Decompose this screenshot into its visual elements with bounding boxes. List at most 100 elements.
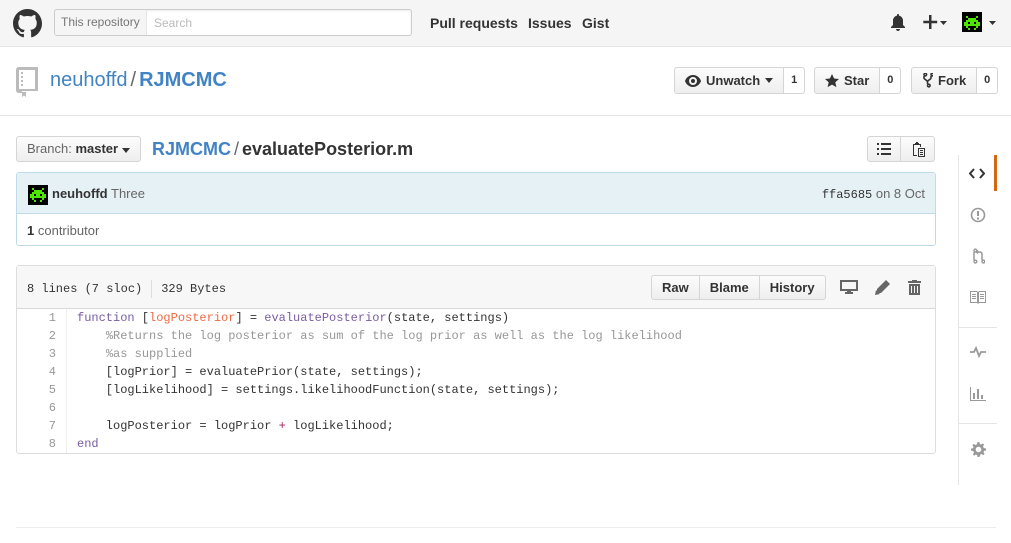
fork-button[interactable]: Fork: [911, 67, 978, 94]
sidebar-item-code[interactable]: [959, 155, 997, 191]
copy-path-button[interactable]: [901, 136, 935, 162]
line-number[interactable]: 3: [17, 345, 67, 363]
line-number[interactable]: 6: [17, 399, 67, 417]
repo-title-separator: /: [130, 69, 137, 91]
sidebar-item-graphs[interactable]: [959, 376, 997, 412]
graph-icon: [970, 387, 986, 401]
raw-button[interactable]: Raw: [651, 275, 700, 300]
commit-tease-header: neuhoffd Three ffa5685 on 8 Oct: [17, 173, 935, 214]
commit-meta: ffa5685 on 8 Oct: [822, 186, 925, 202]
file-header: 8 lines (7 sloc) 329 Bytes Raw Blame Hist…: [17, 266, 935, 309]
file-info: 8 lines (7 sloc) 329 Bytes: [27, 280, 226, 298]
stars-count[interactable]: 0: [880, 67, 902, 94]
code-line: 3 %as supplied: [17, 345, 935, 363]
repo-header: neuhoffd / RJMCMC Unwatch 1 Star 0 Fork 0: [0, 47, 1011, 116]
commit-date: on 8 Oct: [875, 186, 925, 201]
nav-issues[interactable]: Issues: [528, 15, 572, 31]
github-logo-icon[interactable]: [13, 9, 42, 38]
sidebar-divider: [959, 327, 997, 328]
line-content: end: [77, 437, 99, 451]
plus-dropdown-icon[interactable]: [923, 15, 947, 29]
clippy-icon: [912, 141, 925, 157]
issue-opened-icon: [970, 207, 986, 223]
unwatch-label: Unwatch: [706, 73, 761, 88]
file-list-button[interactable]: [867, 136, 901, 162]
sidebar-item-pulse[interactable]: [959, 334, 997, 370]
git-pull-request-icon: [973, 248, 985, 264]
user-avatar-menu-icon[interactable]: [962, 12, 998, 34]
branch-name: master: [75, 141, 119, 156]
line-number[interactable]: 1: [17, 309, 67, 327]
pencil-icon[interactable]: [875, 280, 890, 295]
commit-author[interactable]: neuhoffd: [52, 186, 108, 201]
branch-select-button[interactable]: Branch: master: [16, 136, 141, 162]
repo-owner-link[interactable]: neuhoffd: [50, 69, 128, 91]
star-group: Star 0: [814, 67, 902, 94]
line-content: [logPrior] = evaluatePrior(state, settin…: [77, 365, 423, 379]
line-number[interactable]: 4: [17, 363, 67, 381]
code-line: 8 end: [17, 435, 935, 453]
search-scope-label: This repository: [55, 10, 147, 35]
line-number[interactable]: 8: [17, 435, 67, 453]
commit-tease: neuhoffd Three ffa5685 on 8 Oct 1 contri…: [16, 172, 936, 246]
sidebar-item-pull-requests[interactable]: [959, 238, 997, 274]
repo-title: neuhoffd / RJMCMC: [50, 69, 227, 92]
line-content: [logLikelihood] = settings.likelihoodFun…: [77, 383, 560, 397]
line-content: %as supplied: [105, 347, 193, 361]
sidebar-item-settings[interactable]: [959, 431, 997, 467]
top-header: This repository Pull requests Issues Gis…: [0, 0, 1011, 47]
sidebar-item-wiki[interactable]: [959, 279, 997, 315]
code-icon: [968, 167, 985, 179]
author-avatar[interactable]: [28, 185, 48, 205]
search-input[interactable]: [149, 10, 409, 35]
code-view: 1 function [logPosterior] = evaluatePoste…: [17, 309, 935, 453]
forks-count[interactable]: 0: [977, 67, 999, 94]
code-line: 4 [logPrior] = evaluatePrior(state, sett…: [17, 363, 935, 381]
code-line: 5 [logLikelihood] = settings.likelihoodF…: [17, 381, 935, 399]
star-button[interactable]: Star: [814, 67, 881, 94]
trash-icon[interactable]: [908, 280, 921, 295]
sidebar-item-issues[interactable]: [959, 197, 997, 233]
commit-message[interactable]: Three: [111, 186, 145, 201]
line-number[interactable]: 5: [17, 381, 67, 399]
code-line: 6: [17, 399, 935, 417]
unwatch-button[interactable]: Unwatch: [674, 67, 785, 94]
line-number[interactable]: 2: [17, 327, 67, 345]
branch-prefix: Branch:: [27, 141, 72, 156]
breadcrumb: RJMCMC / evaluatePosterior.m: [152, 139, 413, 160]
contributors-summary[interactable]: 1 contributor: [27, 223, 99, 238]
repo-sidebar-nav: [958, 155, 997, 485]
breadcrumb-file-name: evaluatePosterior.m: [242, 139, 414, 159]
search-box: This repository: [54, 9, 412, 36]
file-size: 329 Bytes: [161, 282, 227, 297]
breadcrumb-repo-link[interactable]: RJMCMC: [152, 139, 231, 159]
history-button[interactable]: History: [759, 275, 826, 300]
star-label: Star: [844, 73, 870, 88]
list-icon: [877, 143, 891, 155]
repo-name-link[interactable]: RJMCMC: [139, 69, 227, 91]
contributors-count: 1: [27, 223, 35, 238]
star-icon: [825, 73, 839, 87]
sidebar-divider: [959, 423, 997, 424]
nav-pull-requests[interactable]: Pull requests: [430, 15, 518, 31]
pulse-icon: [970, 346, 986, 358]
file-nav-buttons: [867, 136, 935, 162]
book-icon: [970, 290, 986, 304]
gear-icon: [970, 441, 986, 457]
bell-icon[interactable]: [891, 14, 905, 31]
blame-button[interactable]: Blame: [699, 275, 760, 300]
file-actions: Raw Blame History: [651, 275, 826, 300]
commit-sha[interactable]: ffa5685: [822, 188, 872, 202]
line-number[interactable]: 7: [17, 417, 67, 435]
code-line: 2 %Returns the log posterior as sum of t…: [17, 327, 935, 345]
watchers-count[interactable]: 1: [784, 67, 806, 94]
desktop-icon[interactable]: [840, 280, 858, 294]
contributors-label: contributor: [37, 223, 100, 238]
nav-gist[interactable]: Gist: [582, 15, 609, 31]
breadcrumb-separator: /: [234, 139, 240, 159]
file-lines-info: 8 lines (7 sloc): [27, 282, 143, 297]
file-info-divider: [151, 280, 153, 298]
code-line: 1 function [logPosterior] = evaluatePoste…: [17, 309, 935, 327]
eye-icon: [685, 74, 701, 87]
caret-down-icon: [121, 148, 130, 153]
